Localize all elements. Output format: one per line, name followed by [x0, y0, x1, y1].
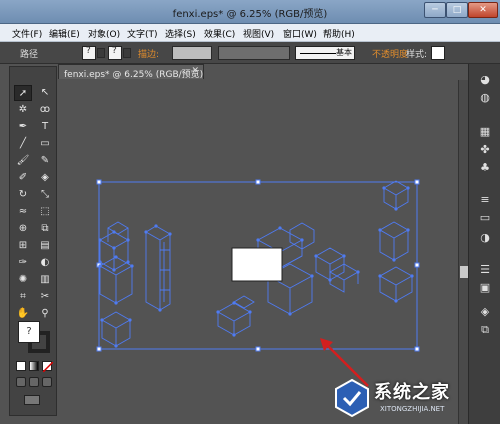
blend-tool-icon[interactable]: ◐	[36, 255, 54, 271]
scrollbar-thumb[interactable]	[460, 266, 468, 278]
fill-swatch[interactable]: ?	[82, 46, 96, 60]
stroke-dropdown-caret[interactable]	[123, 48, 131, 58]
control-bar: 路径 ? ? 描边: 基本 不透明度 样式:	[0, 42, 500, 64]
warp-tool-icon[interactable]: ≈	[14, 204, 32, 220]
panel-dock: ◕ ◍ ▦ ✤ ♣ ≡ ▭ ◑ ☰ ▣ ◈ ⧉	[468, 64, 500, 424]
transparency-icon[interactable]: ◑	[476, 230, 494, 246]
graphic-style-swatch[interactable]	[431, 46, 445, 60]
blob-brush-tool-icon[interactable]: ✐	[14, 170, 32, 186]
appearance-icon[interactable]: ☰	[476, 262, 494, 278]
stroke-icon[interactable]: ≡	[476, 192, 494, 208]
graphic-styles-icon[interactable]: ▣	[476, 280, 494, 296]
line-tool-icon[interactable]: ╱	[14, 136, 32, 152]
draw-normal-icon[interactable]	[16, 377, 26, 387]
slice-tool-icon[interactable]: ✂	[36, 289, 54, 305]
brush-definition-field[interactable]: 基本	[295, 46, 355, 60]
menu-bar: 文件(F) 编辑(E) 对象(O) 文字(T) 选择(S) 效果(C) 视图(V…	[0, 24, 500, 42]
artboard-tool-icon[interactable]: ⌗	[14, 289, 32, 305]
white-rectangle[interactable]	[231, 247, 283, 282]
menu-select[interactable]: 选择(S)	[165, 27, 196, 40]
free-transform-tool-icon[interactable]: ⬚	[36, 204, 54, 220]
type-tool-icon[interactable]: T	[36, 119, 54, 135]
color-icon[interactable]: ◍	[476, 90, 494, 106]
menu-view[interactable]: 视图(V)	[243, 27, 274, 40]
paintbrush-tool-icon[interactable]: 🖌	[14, 153, 32, 169]
watermark-title: 系统之家	[374, 382, 450, 403]
menu-window[interactable]: 窗口(W)	[283, 27, 317, 40]
screen-mode-icon[interactable]	[24, 395, 40, 405]
zoom-tool-icon[interactable]: ⚲	[36, 306, 54, 322]
style-label: 样式:	[406, 50, 428, 60]
shape-builder-tool-icon[interactable]: ⊕	[14, 221, 32, 237]
tools-panel: ➚ ↖ ✲ ꝏ ✒ T ╱ ▭ 🖌 ✎ ✐ ◈ ↻ ⤡ ≈ ⬚ ⊕ ⧉ ⊞ ▤ ✑ ◐ ✺ ▥ ⌗ ✂ ✋ ⚲ ?	[9, 66, 57, 416]
stroke-weight-field[interactable]	[172, 46, 212, 60]
color-mode-icon[interactable]	[16, 361, 26, 371]
close-tab-icon[interactable]: ✕	[191, 66, 199, 76]
rectangle-tool-icon[interactable]: ▭	[36, 136, 54, 152]
watermark-logo-icon	[335, 378, 369, 418]
document-tab[interactable]: fenxi.eps* @ 6.25% (RGB/预览) ✕	[58, 64, 204, 80]
perspective-grid-tool-icon[interactable]: ⧉	[36, 221, 54, 237]
menu-file[interactable]: 文件(F)	[12, 27, 42, 40]
brush-style-label: 基本	[336, 48, 352, 57]
fill-dropdown-caret[interactable]	[97, 48, 105, 58]
mesh-tool-icon[interactable]: ⊞	[14, 238, 32, 254]
stroke-preview-line	[300, 53, 336, 54]
scale-tool-icon[interactable]: ⤡	[36, 187, 54, 203]
magic-wand-tool-icon[interactable]: ✲	[14, 102, 32, 118]
menu-help[interactable]: 帮助(H)	[323, 27, 355, 40]
selection-tool-icon[interactable]: ➚	[14, 85, 32, 101]
color-guide-icon[interactable]: ◕	[476, 72, 494, 88]
document-tab-label: fenxi.eps* @ 6.25% (RGB/预览)	[64, 70, 204, 80]
menu-object[interactable]: 对象(O)	[88, 27, 120, 40]
pen-tool-icon[interactable]: ✒	[14, 119, 32, 135]
maximize-button[interactable]: □	[446, 2, 468, 18]
watermark: 系统之家 XITONGZHIJIA.NET	[330, 372, 500, 424]
column-graph-tool-icon[interactable]: ▥	[36, 272, 54, 288]
draw-behind-icon[interactable]	[29, 377, 39, 387]
direct-selection-tool-icon[interactable]: ↖	[36, 85, 54, 101]
symbols-icon[interactable]: ♣	[476, 160, 494, 176]
brushes-icon[interactable]: ✤	[476, 142, 494, 158]
stroke-weight-label[interactable]: 描边:	[138, 47, 159, 60]
gradient-mode-icon[interactable]	[29, 361, 39, 371]
symbol-sprayer-tool-icon[interactable]: ✺	[14, 272, 32, 288]
menu-effect[interactable]: 效果(C)	[204, 27, 235, 40]
menu-edit[interactable]: 编辑(E)	[49, 27, 80, 40]
close-button[interactable]: ✕	[468, 2, 498, 18]
eraser-tool-icon[interactable]: ◈	[36, 170, 54, 186]
swatches-icon[interactable]: ▦	[476, 124, 494, 140]
lasso-tool-icon[interactable]: ꝏ	[36, 102, 54, 118]
fill-stroke-widget[interactable]: ?	[18, 321, 50, 353]
menu-type[interactable]: 文字(T)	[127, 27, 158, 40]
gradient-icon[interactable]: ▭	[476, 210, 494, 226]
gradient-tool-icon[interactable]: ▤	[36, 238, 54, 254]
opacity-label[interactable]: 不透明度	[372, 47, 408, 60]
watermark-subtitle: XITONGZHIJIA.NET	[380, 405, 445, 413]
artboards-icon[interactable]: ⧉	[476, 322, 494, 338]
draw-inside-icon[interactable]	[42, 377, 52, 387]
stroke-swatch[interactable]: ?	[108, 46, 122, 60]
pencil-tool-icon[interactable]: ✎	[36, 153, 54, 169]
minimize-button[interactable]: ─	[424, 2, 446, 18]
layers-icon[interactable]: ◈	[476, 304, 494, 320]
rotate-tool-icon[interactable]: ↻	[14, 187, 32, 203]
title-bar: fenxi.eps* @ 6.25% (RGB/预览) ─ □ ✕	[0, 0, 500, 24]
hand-tool-icon[interactable]: ✋	[14, 306, 32, 322]
variable-width-profile-field[interactable]	[218, 46, 290, 60]
fill-color-box[interactable]: ?	[18, 321, 40, 343]
selection-type-label: 路径	[20, 50, 39, 60]
eyedropper-tool-icon[interactable]: ✑	[14, 255, 32, 271]
none-mode-icon[interactable]	[42, 361, 53, 372]
